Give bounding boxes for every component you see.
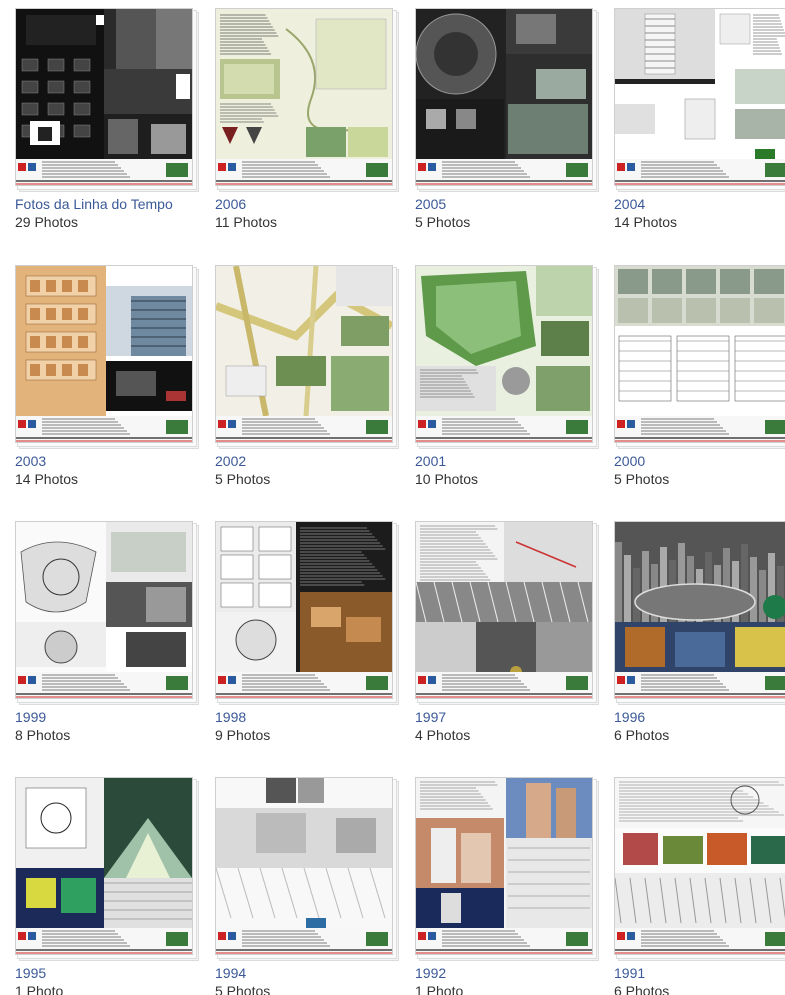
album-title-link[interactable]: 2005: [415, 196, 446, 212]
album-cover-image: [15, 8, 193, 186]
album-cover-image: [215, 521, 393, 699]
album-cover-image: [614, 777, 785, 955]
album-thumbnail[interactable]: [415, 265, 599, 449]
album-thumbnail[interactable]: [614, 777, 785, 961]
album-card[interactable]: 2001 10 Photos: [415, 265, 599, 505]
album-cover-image: [415, 265, 593, 443]
album-photo-count: 5 Photos: [614, 471, 670, 487]
album-thumbnail[interactable]: [15, 265, 199, 449]
album-title-link[interactable]: 2004: [614, 196, 645, 212]
album-title-link[interactable]: 2001: [415, 453, 446, 469]
album-card[interactable]: 1994 5 Photos: [215, 777, 399, 995]
album-card[interactable]: 2003 14 Photos: [15, 265, 199, 505]
photo-album-grid: Fotos da Linha do Tempo 29 Photos 2006 11 P…: [0, 0, 785, 995]
album-card[interactable]: 2006 11 Photos: [215, 8, 399, 248]
album-photo-count: 14 Photos: [614, 214, 678, 230]
album-card[interactable]: 1998 9 Photos: [215, 521, 399, 761]
album-cover-image: [215, 777, 393, 955]
album-thumbnail[interactable]: [215, 777, 399, 961]
album-title-link[interactable]: 2003: [15, 453, 46, 469]
album-card[interactable]: Fotos da Linha do Tempo 29 Photos: [15, 8, 199, 248]
album-thumbnail[interactable]: [415, 777, 599, 961]
album-photo-count: 10 Photos: [415, 471, 479, 487]
album-photo-count: 4 Photos: [415, 727, 471, 743]
album-thumbnail[interactable]: [215, 521, 399, 705]
album-cover-image: [415, 521, 593, 699]
album-thumbnail[interactable]: [415, 521, 599, 705]
album-thumbnail[interactable]: [614, 8, 785, 192]
album-card[interactable]: 2002 5 Photos: [215, 265, 399, 505]
album-title-link[interactable]: 1998: [215, 709, 246, 725]
album-photo-count: 5 Photos: [215, 471, 271, 487]
album-thumbnail[interactable]: [215, 8, 399, 192]
album-cover-image: [614, 8, 785, 186]
album-photo-count: 1 Photo: [415, 983, 464, 995]
album-thumbnail[interactable]: [614, 521, 785, 705]
album-title-link[interactable]: 2000: [614, 453, 645, 469]
album-card[interactable]: 2004 14 Photos: [614, 8, 785, 248]
album-photo-count: 6 Photos: [614, 727, 670, 743]
album-photo-count: 5 Photos: [415, 214, 471, 230]
album-title-link[interactable]: 1995: [15, 965, 46, 981]
album-cover-image: [614, 265, 785, 443]
album-title-link[interactable]: 2006: [215, 196, 246, 212]
album-photo-count: 8 Photos: [15, 727, 71, 743]
album-card[interactable]: 1995 1 Photo: [15, 777, 199, 995]
album-title-link[interactable]: 2002: [215, 453, 246, 469]
album-card[interactable]: 1997 4 Photos: [415, 521, 599, 761]
album-card[interactable]: 1996 6 Photos: [614, 521, 785, 761]
album-cover-image: [415, 8, 593, 186]
album-photo-count: 9 Photos: [215, 727, 271, 743]
album-cover-image: [415, 777, 593, 955]
album-photo-count: 1 Photo: [15, 983, 64, 995]
album-card[interactable]: 2000 5 Photos: [614, 265, 785, 505]
album-cover-image: [15, 521, 193, 699]
album-title-link[interactable]: 1997: [415, 709, 446, 725]
album-title-link[interactable]: Fotos da Linha do Tempo: [15, 196, 173, 212]
album-thumbnail[interactable]: [415, 8, 599, 192]
album-photo-count: 14 Photos: [15, 471, 79, 487]
album-photo-count: 29 Photos: [15, 214, 79, 230]
album-card[interactable]: 1999 8 Photos: [15, 521, 199, 761]
album-title-link[interactable]: 1991: [614, 965, 645, 981]
album-photo-count: 5 Photos: [215, 983, 271, 995]
album-title-link[interactable]: 1992: [415, 965, 446, 981]
album-thumbnail[interactable]: [15, 8, 199, 192]
album-card[interactable]: 1992 1 Photo: [415, 777, 599, 995]
album-thumbnail[interactable]: [15, 521, 199, 705]
album-cover-image: [15, 777, 193, 955]
album-card[interactable]: 1991 6 Photos: [614, 777, 785, 995]
album-photo-count: 6 Photos: [614, 983, 670, 995]
album-photo-count: 11 Photos: [215, 214, 278, 230]
album-cover-image: [215, 8, 393, 186]
album-title-link[interactable]: 1996: [614, 709, 645, 725]
album-cover-image: [614, 521, 785, 699]
album-thumbnail[interactable]: [614, 265, 785, 449]
album-thumbnail[interactable]: [15, 777, 199, 961]
album-thumbnail[interactable]: [215, 265, 399, 449]
album-title-link[interactable]: 1994: [215, 965, 246, 981]
album-cover-image: [215, 265, 393, 443]
album-cover-image: [15, 265, 193, 443]
album-card[interactable]: 2005 5 Photos: [415, 8, 599, 248]
album-title-link[interactable]: 1999: [15, 709, 46, 725]
